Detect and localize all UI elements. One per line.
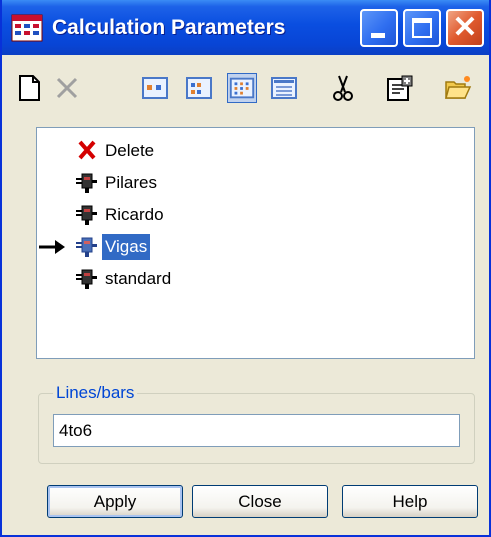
tree-item-label: Vigas bbox=[102, 234, 151, 260]
help-button[interactable]: Help bbox=[342, 485, 478, 518]
lines-bars-group: Lines/bars bbox=[38, 382, 475, 464]
maximize-icon bbox=[412, 18, 432, 38]
new-document-button[interactable] bbox=[14, 73, 44, 103]
delete-button[interactable] bbox=[52, 73, 82, 103]
tree-item-label: Delete bbox=[105, 141, 155, 160]
tree-item-label: Ricardo bbox=[105, 205, 164, 224]
view-large-icons-button[interactable] bbox=[140, 73, 170, 103]
maximize-button[interactable] bbox=[403, 9, 441, 47]
red-x-icon bbox=[78, 140, 96, 160]
view-list-button[interactable] bbox=[227, 73, 257, 103]
open-folder-button[interactable] bbox=[443, 73, 473, 103]
properties-button[interactable] bbox=[385, 73, 415, 103]
cut-button[interactable] bbox=[328, 73, 358, 103]
tree-item-label: Pilares bbox=[105, 173, 157, 192]
parameters-tree[interactable]: Delete Pilares Ricardo Vigas standard bbox=[36, 127, 475, 359]
cut-scissors-icon bbox=[333, 75, 353, 101]
window-title: Calculation Parameters bbox=[52, 16, 286, 39]
tree-item-label: standard bbox=[105, 269, 172, 288]
new-document-icon bbox=[19, 75, 40, 101]
view-details-icon bbox=[271, 77, 297, 99]
delete-x-icon bbox=[56, 77, 78, 99]
open-folder-icon bbox=[445, 76, 472, 99]
view-small-icons-button[interactable] bbox=[184, 73, 214, 103]
plug-icon bbox=[76, 173, 97, 193]
view-small-icons-icon bbox=[186, 77, 212, 99]
plug-icon bbox=[76, 237, 97, 257]
minimize-button[interactable] bbox=[360, 9, 398, 47]
title-bar[interactable]: Calculation Parameters ✕ bbox=[2, 0, 489, 55]
view-large-icons-icon bbox=[142, 77, 168, 99]
minimize-icon bbox=[371, 33, 385, 38]
close-button[interactable]: Close bbox=[192, 485, 328, 518]
calculation-parameters-window: Calculation Parameters ✕ Delete Pilares … bbox=[0, 0, 491, 537]
plug-icon bbox=[76, 269, 97, 289]
view-list-icon bbox=[229, 77, 255, 99]
lines-bars-label: Lines/bars bbox=[53, 382, 138, 404]
toolbar bbox=[2, 55, 489, 119]
close-window-button[interactable]: ✕ bbox=[446, 9, 484, 47]
view-details-button[interactable] bbox=[269, 73, 299, 103]
lines-bars-input[interactable] bbox=[53, 414, 460, 447]
close-icon: ✕ bbox=[452, 11, 478, 44]
apply-button[interactable]: Apply bbox=[47, 485, 183, 518]
current-arrow-icon bbox=[39, 240, 65, 254]
plug-icon bbox=[76, 205, 97, 225]
properties-icon bbox=[387, 75, 413, 101]
app-icon bbox=[11, 14, 43, 42]
